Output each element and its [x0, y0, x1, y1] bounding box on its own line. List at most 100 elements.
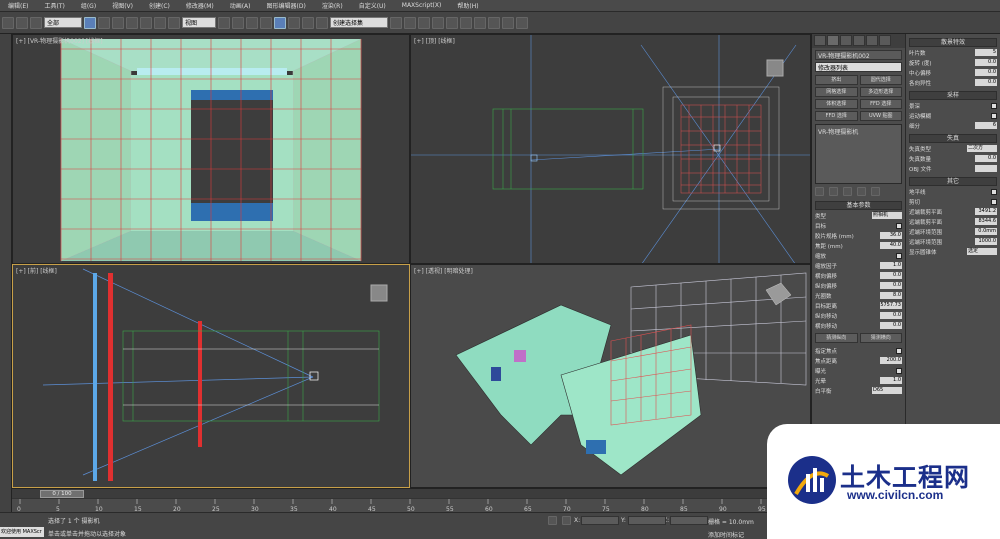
bokeh-rollout[interactable]: 散景特效: [909, 38, 997, 47]
spinner-snap-icon[interactable]: [302, 16, 314, 29]
menu-item[interactable]: 编辑(E): [0, 1, 36, 10]
menu-item[interactable]: 创建(C): [141, 1, 178, 10]
keyboard-shortcut-icon[interactable]: [246, 16, 258, 29]
mirror-icon[interactable]: [390, 16, 402, 29]
param-spinner[interactable]: 6: [975, 122, 997, 129]
object-name-field[interactable]: VR-物理摄影机002: [815, 50, 902, 60]
selection-filter-dropdown[interactable]: 全部: [44, 17, 82, 28]
param-checkbox[interactable]: ✓: [896, 367, 902, 375]
param-checkbox[interactable]: ✓: [896, 222, 902, 230]
utilities-tab-icon[interactable]: [879, 35, 891, 46]
add-time-tag[interactable]: 添加时间标记: [708, 530, 744, 539]
make-unique-icon[interactable]: [843, 187, 852, 196]
rendered-frame-icon[interactable]: [502, 16, 514, 29]
param-spinner[interactable]: 1.0: [880, 262, 902, 269]
align-icon[interactable]: [404, 16, 416, 29]
redo-icon[interactable]: [16, 16, 28, 29]
param-spinner[interactable]: 0.0: [975, 59, 997, 66]
undo-icon[interactable]: [2, 16, 14, 29]
menu-item[interactable]: 帮助(H): [449, 1, 486, 10]
viewport-label[interactable]: [+] [顶] [线框]: [414, 36, 455, 45]
select-object-icon[interactable]: [84, 16, 96, 29]
hierarchy-tab-icon[interactable]: [840, 35, 852, 46]
time-slider[interactable]: 0 / 100: [40, 490, 84, 498]
menu-item[interactable]: 图形编辑器(D): [259, 1, 314, 10]
param-spinner[interactable]: 0.0: [880, 322, 902, 329]
modifier-set-button[interactable]: 挤出: [815, 75, 858, 85]
window-crossing-icon[interactable]: [126, 16, 138, 29]
configure-sets-icon[interactable]: [871, 187, 880, 196]
param-spinner[interactable]: 36.0: [880, 232, 902, 239]
schematic-view-icon[interactable]: [460, 16, 472, 29]
param-spinner[interactable]: 0.0mm: [975, 228, 997, 235]
param-spinner[interactable]: 0.0: [880, 282, 902, 289]
param-checkbox[interactable]: [991, 102, 997, 109]
param-spinner[interactable]: 5: [975, 49, 997, 56]
modifier-set-button[interactable]: FFD 选择: [815, 111, 858, 121]
viewport-front[interactable]: [+] [前] [线框]: [12, 264, 410, 488]
maxscript-listener[interactable]: 欢迎使用 MAXScr: [0, 527, 44, 537]
motion-tab-icon[interactable]: [853, 35, 865, 46]
select-manipulate-icon[interactable]: [232, 16, 244, 29]
menu-item[interactable]: 视图(V): [104, 1, 141, 10]
param-dropdown[interactable]: 选定: [967, 248, 997, 255]
graphite-icon[interactable]: [432, 16, 444, 29]
show-end-result-icon[interactable]: [829, 187, 838, 196]
modify-tab-icon[interactable]: [827, 35, 839, 46]
modifier-set-button[interactable]: 体积选择: [815, 99, 858, 109]
param-spinner[interactable]: 3491.2: [975, 208, 997, 215]
param-dropdown[interactable]: 照相机: [872, 212, 902, 219]
param-spinner[interactable]: 200.0: [880, 357, 902, 364]
modifier-list-dropdown[interactable]: 修改器列表: [815, 62, 902, 72]
viewport-label[interactable]: [+] [前] [线框]: [16, 266, 57, 275]
curve-editor-icon[interactable]: [446, 16, 458, 29]
param-spinner[interactable]: 1000.0: [975, 238, 997, 245]
lock-selection-icon[interactable]: [548, 516, 557, 525]
menu-item[interactable]: 动画(A): [222, 1, 259, 10]
param-spinner[interactable]: 0.0: [880, 272, 902, 279]
create-tab-icon[interactable]: [814, 35, 826, 46]
angle-snap-icon[interactable]: [274, 16, 286, 29]
guess-button[interactable]: 猜测纵向: [815, 333, 858, 343]
time-slider-track[interactable]: 0 / 100: [12, 488, 812, 498]
material-editor-icon[interactable]: [474, 16, 486, 29]
modifier-set-button[interactable]: UVW 贴图: [859, 111, 902, 121]
menu-item[interactable]: MAXScript(X): [394, 2, 450, 9]
scale-icon[interactable]: [168, 16, 180, 29]
menu-item[interactable]: 渲染(R): [314, 1, 351, 10]
y-coord-field[interactable]: [628, 516, 666, 525]
pivot-icon[interactable]: [218, 16, 230, 29]
display-tab-icon[interactable]: [866, 35, 878, 46]
modifier-set-button[interactable]: 圆代选择: [859, 75, 902, 85]
viewport-perspective[interactable]: [+] [透视] [明暗处理]: [410, 264, 811, 488]
param-checkbox[interactable]: [896, 252, 902, 259]
link-icon[interactable]: [30, 16, 42, 29]
param-spinner[interactable]: 40.0: [880, 242, 902, 249]
rect-region-icon[interactable]: [112, 16, 124, 29]
remove-modifier-icon[interactable]: [857, 187, 866, 196]
param-checkbox[interactable]: [991, 188, 997, 195]
param-checkbox[interactable]: [896, 347, 902, 354]
move-icon[interactable]: [140, 16, 152, 29]
snaps-toggle-icon[interactable]: [260, 16, 272, 29]
modifier-set-button[interactable]: FFD 选择: [859, 99, 902, 109]
menu-item[interactable]: 修改器(M): [178, 1, 222, 10]
guess-button[interactable]: 猜测横向: [859, 333, 902, 343]
stack-item[interactable]: VR-物理摄影机: [818, 127, 899, 136]
param-checkbox[interactable]: [991, 112, 997, 119]
modifier-stack[interactable]: VR-物理摄影机: [815, 124, 902, 184]
rotate-icon[interactable]: [154, 16, 166, 29]
x-coord-field[interactable]: [581, 516, 619, 525]
viewport-label[interactable]: [+] [透视] [明暗处理]: [414, 266, 473, 275]
param-checkbox[interactable]: ✓: [991, 198, 997, 206]
z-coord-field[interactable]: [670, 516, 708, 525]
render-icon[interactable]: [516, 16, 528, 29]
param-spinner[interactable]: 0.0: [975, 155, 997, 162]
param-dropdown[interactable]: 二次方: [967, 145, 997, 152]
menu-item[interactable]: 自定义(U): [351, 1, 394, 10]
select-by-name-icon[interactable]: [98, 16, 110, 29]
reference-coord-dropdown[interactable]: 视图: [182, 17, 216, 28]
param-spinner[interactable]: [975, 165, 997, 172]
percent-snap-icon[interactable]: [288, 16, 300, 29]
modifier-set-button[interactable]: 网格选择: [815, 87, 858, 97]
